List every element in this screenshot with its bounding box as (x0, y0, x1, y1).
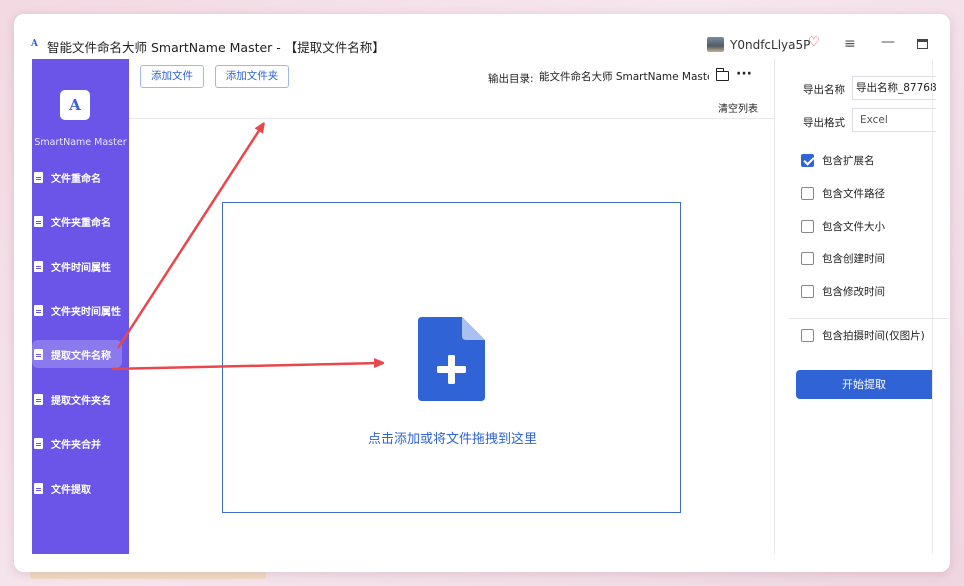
output-dir-label: 输出目录: (488, 73, 534, 85)
sidebar-item-extract-filename[interactable]: 提取文件名称 (32, 340, 122, 368)
checkbox[interactable] (801, 186, 814, 200)
add-folder-button[interactable]: 添加文件夹 (215, 65, 289, 88)
export-format-label: 导出格式 (803, 117, 845, 129)
checkbox[interactable] (801, 284, 814, 298)
sidebar-item-file-extract[interactable]: 文件提取 (32, 474, 129, 502)
option-include-extension[interactable]: 包含扩展名 (801, 153, 875, 167)
sidebar-item-label: 提取文件夹名 (51, 395, 111, 407)
option-include-created[interactable]: 包含创建时间 (801, 251, 885, 265)
option-include-path[interactable]: 包含文件路径 (801, 186, 885, 200)
output-dir-field[interactable]: 能文件命名大师 SmartName Master (539, 66, 709, 88)
file-icon (34, 171, 43, 183)
option-label: 包含创建时间 (822, 252, 885, 265)
file-icon (34, 348, 43, 360)
file-icon (34, 437, 43, 449)
sidebar-item-label: 文件时间属性 (51, 262, 111, 274)
option-label: 包含扩展名 (822, 154, 875, 167)
option-include-modified[interactable]: 包含修改时间 (801, 284, 885, 298)
vip-heart-icon[interactable]: ♡ (808, 36, 822, 50)
file-icon (34, 260, 43, 272)
minimize-icon[interactable]: — (881, 34, 895, 50)
sidebar: A SmartName Master 文件重命名 文件夹重命名 文件时间属性 文… (32, 59, 129, 554)
option-label: 包含文件大小 (822, 220, 885, 233)
option-label: 包含修改时间 (822, 285, 885, 298)
sidebar-item-file-rename[interactable]: 文件重命名 (32, 163, 129, 191)
panel-divider (774, 59, 775, 554)
sidebar-item-extract-foldername[interactable]: 提取文件夹名 (32, 385, 129, 413)
checkbox[interactable] (801, 328, 814, 342)
options-divider (789, 318, 949, 319)
option-include-shot-time[interactable]: 包含拍摄时间(仅图片) (801, 328, 925, 342)
add-file-icon (418, 317, 485, 401)
toolbar-divider (129, 118, 774, 119)
sidebar-item-folder-rename[interactable]: 文件夹重命名 (32, 207, 129, 235)
app-window: A 智能文件命名大师 SmartName Master - 【提取文件名称】 Y… (0, 0, 964, 586)
checkbox[interactable] (801, 219, 814, 233)
export-name-input[interactable]: 导出名称_87768 (852, 76, 936, 100)
checkbox[interactable] (801, 251, 814, 265)
sidebar-logo-icon: A (60, 90, 90, 120)
export-name-label: 导出名称 (803, 84, 845, 96)
sidebar-item-label: 文件提取 (51, 484, 91, 496)
more-options-icon[interactable]: ··· (736, 66, 752, 82)
file-icon (34, 482, 43, 494)
file-dropzone[interactable]: 点击添加或将文件拖拽到这里 (222, 202, 681, 513)
window-title: 智能文件命名大师 SmartName Master - 【提取文件名称】 (47, 40, 385, 55)
file-icon (34, 304, 43, 316)
sidebar-item-file-time[interactable]: 文件时间属性 (32, 252, 129, 280)
maximize-icon[interactable] (917, 39, 928, 49)
folder-open-icon[interactable] (715, 68, 729, 81)
app-logo-icon: A (31, 39, 38, 49)
add-file-button[interactable]: 添加文件 (140, 65, 204, 88)
panel-edge (932, 59, 933, 554)
sidebar-item-label: 文件夹重命名 (51, 217, 111, 229)
sidebar-item-folder-time[interactable]: 文件夹时间属性 (32, 296, 129, 324)
option-include-size[interactable]: 包含文件大小 (801, 219, 885, 233)
sidebar-item-label: 文件夹合并 (51, 439, 101, 451)
sidebar-logo-text: SmartName Master (34, 137, 127, 148)
sidebar-item-label: 文件重命名 (51, 173, 101, 185)
sidebar-item-label: 提取文件名称 (51, 350, 111, 362)
sidebar-item-folder-merge[interactable]: 文件夹合并 (32, 429, 129, 457)
menu-icon[interactable]: ≡ (844, 36, 856, 52)
start-extract-button[interactable]: 开始提取 (796, 370, 932, 399)
checkbox-checked[interactable] (801, 153, 814, 167)
option-label: 包含拍摄时间(仅图片) (822, 329, 925, 342)
clear-list-button[interactable]: 清空列表 (718, 100, 758, 115)
file-icon (34, 393, 43, 405)
dropzone-text: 点击添加或将文件拖拽到这里 (367, 432, 537, 447)
file-icon (34, 215, 43, 227)
option-label: 包含文件路径 (822, 187, 885, 200)
sidebar-item-label: 文件夹时间属性 (51, 306, 121, 318)
user-avatar[interactable] (707, 37, 724, 52)
user-name[interactable]: Y0ndfcLlya5P (730, 38, 810, 52)
export-format-select[interactable]: Excel (852, 108, 936, 132)
